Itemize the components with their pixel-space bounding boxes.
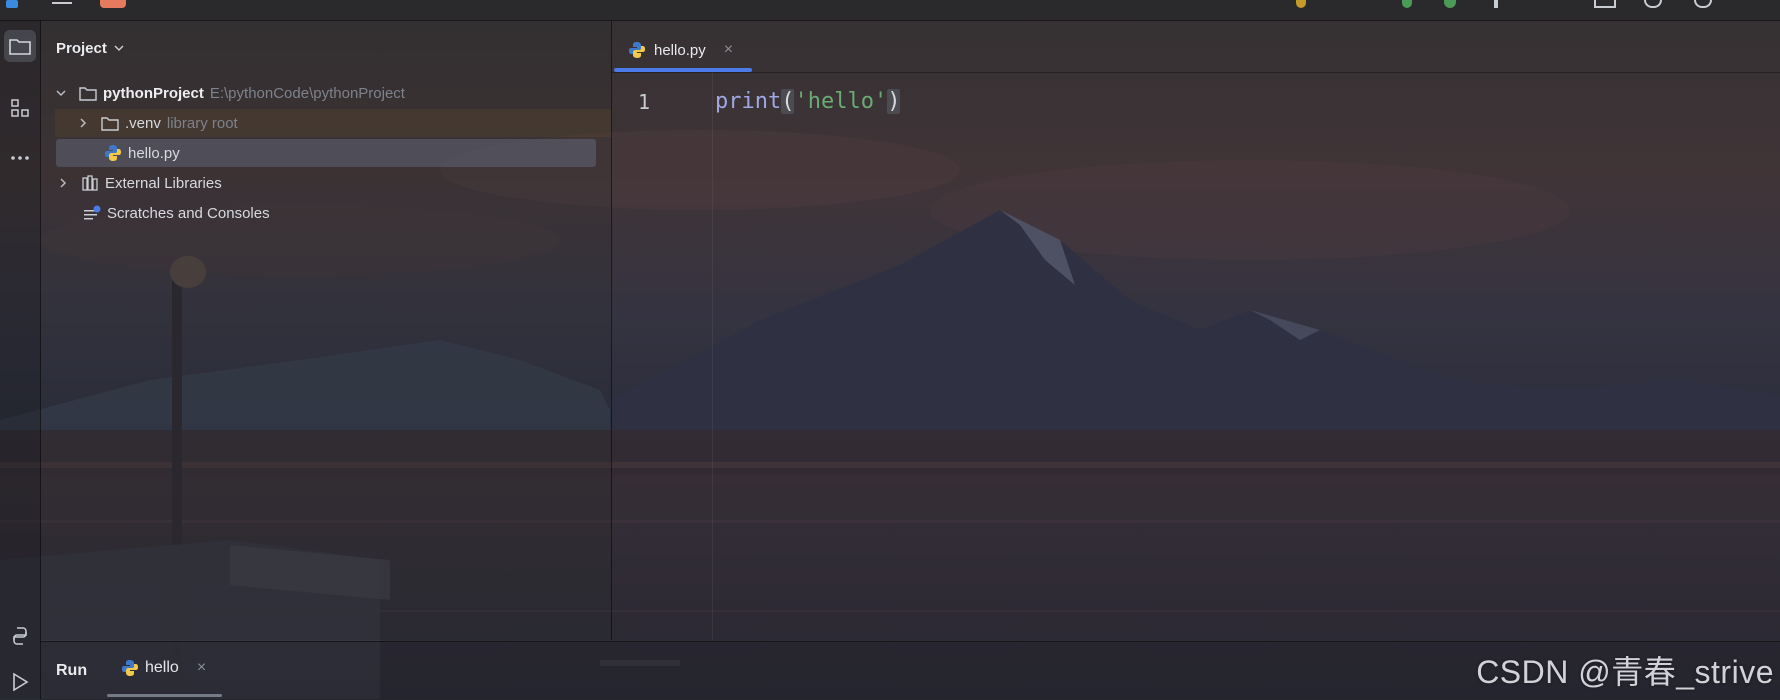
tab-close-icon[interactable]: × xyxy=(724,41,733,59)
run-tab-close-icon[interactable]: × xyxy=(197,659,206,677)
python-console-icon xyxy=(13,627,27,645)
more-tools-button[interactable] xyxy=(4,142,36,174)
settings-gear-icon[interactable] xyxy=(1694,0,1712,8)
run-tool-button[interactable] xyxy=(4,666,36,698)
chevron-down-icon[interactable] xyxy=(55,89,67,97)
tool-window-strip xyxy=(0,20,41,699)
run-config-icon[interactable] xyxy=(1296,0,1306,8)
folder-icon xyxy=(101,116,119,131)
project-panel-title: Project xyxy=(56,39,107,57)
library-icon xyxy=(82,175,98,191)
structure-tool-button[interactable] xyxy=(4,92,36,124)
code-line[interactable]: print('hello') xyxy=(715,89,901,114)
folder-icon xyxy=(9,39,31,55)
line-number: 1 xyxy=(638,90,651,114)
python-file-icon xyxy=(105,145,121,161)
project-panel-header[interactable]: Project xyxy=(56,38,125,58)
code-string: 'hello' xyxy=(794,89,888,114)
more-icon xyxy=(11,156,29,160)
project-root-name: pythonProject xyxy=(103,84,204,102)
add-user-icon[interactable] xyxy=(1594,0,1616,8)
folder-icon xyxy=(79,86,97,101)
more-actions-icon[interactable] xyxy=(1494,0,1498,8)
tab-label: hello.py xyxy=(654,41,706,59)
python-console-tool-button[interactable] xyxy=(4,620,36,652)
run-tab-label: hello xyxy=(145,659,179,676)
tree-item-hello-py[interactable]: hello.py xyxy=(56,139,596,167)
project-root-path: E:\pythonCode\pythonProject xyxy=(209,84,405,102)
python-file-icon xyxy=(629,42,645,58)
main-menu-icon[interactable] xyxy=(52,0,74,8)
project-widget-icon[interactable] xyxy=(100,0,126,8)
search-icon[interactable] xyxy=(1644,0,1662,8)
project-tool-button[interactable] xyxy=(4,30,36,62)
venv-note: library root xyxy=(166,114,238,132)
chevron-down-icon xyxy=(114,45,124,52)
title-bar xyxy=(0,0,1780,21)
chevron-right-icon[interactable] xyxy=(59,177,67,189)
editor-tab-bar: hello.py × xyxy=(612,20,1780,73)
run-tab-hello[interactable]: hello × xyxy=(121,659,206,677)
external-libraries-label: External Libraries xyxy=(105,174,222,192)
tree-item-external-libraries[interactable]: External Libraries xyxy=(59,169,599,197)
tree-item-venv[interactable]: .venv library root xyxy=(55,109,611,137)
structure-icon xyxy=(11,99,29,117)
tree-item-project-root[interactable]: pythonProject E:\pythonCode\pythonProjec… xyxy=(55,79,595,107)
watermark: CSDN @青春_strive xyxy=(1476,654,1774,690)
editor-area: hello.py × 1 print('hello') xyxy=(612,20,1780,640)
tree-item-scratches[interactable]: Scratches and Consoles xyxy=(83,199,603,227)
scratches-icon xyxy=(84,205,101,220)
chevron-right-icon[interactable] xyxy=(79,117,87,129)
python-file-icon xyxy=(122,660,138,676)
app-logo-icon xyxy=(6,0,18,8)
run-icon xyxy=(13,672,29,692)
code-close-paren: ) xyxy=(887,89,901,114)
run-button-icon[interactable] xyxy=(1402,0,1412,8)
code-function: print xyxy=(715,89,782,114)
tab-hello-py[interactable]: hello.py × xyxy=(614,30,752,70)
run-tab-indicator xyxy=(107,694,222,697)
hello-py-label: hello.py xyxy=(128,144,180,162)
venv-name: .venv xyxy=(125,114,161,132)
run-panel-title: Run xyxy=(56,662,88,679)
code-open-paren: ( xyxy=(781,89,795,114)
gutter-divider xyxy=(712,72,713,640)
debug-button-icon[interactable] xyxy=(1444,0,1456,8)
scratches-label: Scratches and Consoles xyxy=(107,204,270,222)
active-tab-indicator xyxy=(614,68,752,72)
project-panel: Project pythonProject E:\pythonCode\pyth… xyxy=(41,20,612,640)
